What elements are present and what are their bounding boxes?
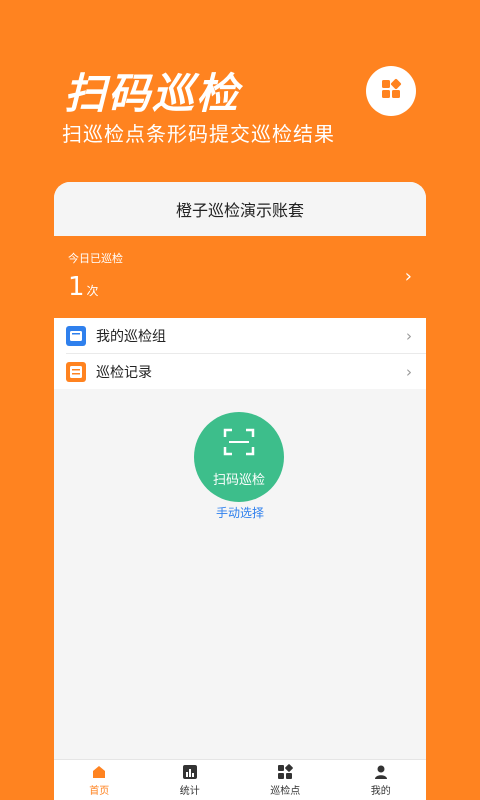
account-title: 橙子巡检演示账套	[54, 182, 426, 236]
menu-item-group[interactable]: 我的巡检组 ›	[54, 318, 426, 353]
menu-item-records[interactable]: 巡检记录 ›	[66, 353, 426, 389]
grid-menu-button[interactable]	[366, 66, 416, 116]
chevron-right-icon: ›	[406, 362, 412, 381]
chevron-right-icon: ›	[404, 266, 412, 287]
tab-mine[interactable]: 我的	[371, 764, 391, 797]
record-icon	[66, 361, 86, 382]
page-title: 扫码巡检	[64, 69, 241, 118]
tab-label: 统计	[179, 785, 200, 797]
scan-icon	[223, 427, 255, 461]
today-summary[interactable]: 今日已巡检 1次 ›	[54, 236, 426, 318]
bottom-tab-bar: 首页 统计 巡检点 我的	[54, 759, 426, 800]
tab-stats[interactable]: 统计	[180, 764, 200, 797]
home-icon	[93, 765, 106, 778]
tab-home[interactable]: 首页	[89, 764, 109, 797]
today-label: 今日已巡检	[68, 252, 123, 265]
stats-icon	[182, 764, 197, 779]
main-card: 橙子巡检演示账套 今日已巡检 1次 › 我的巡检组 › 巡检记录 › 扫码巡检 …	[54, 182, 426, 800]
scan-button[interactable]: 扫码巡检	[194, 412, 284, 502]
group-icon	[66, 325, 86, 346]
user-icon	[374, 765, 387, 779]
tab-label: 巡检点	[270, 785, 301, 797]
tab-checkpoints[interactable]: 巡检点	[270, 763, 301, 797]
chevron-right-icon: ›	[406, 326, 412, 345]
menu-list: 我的巡检组 › 巡检记录 ›	[54, 318, 426, 389]
grid-icon	[278, 763, 294, 779]
tab-label: 首页	[89, 785, 110, 797]
grid-icon	[376, 74, 406, 108]
manual-select-link[interactable]: 手动选择	[54, 504, 426, 521]
page-subtitle: 扫巡检点条形码提交巡检结果	[62, 122, 335, 146]
today-count: 1次	[68, 272, 99, 302]
menu-item-label: 我的巡检组	[96, 328, 166, 345]
tab-label: 我的	[370, 785, 391, 797]
scan-label: 扫码巡检	[212, 472, 265, 488]
menu-item-label: 巡检记录	[96, 364, 152, 381]
